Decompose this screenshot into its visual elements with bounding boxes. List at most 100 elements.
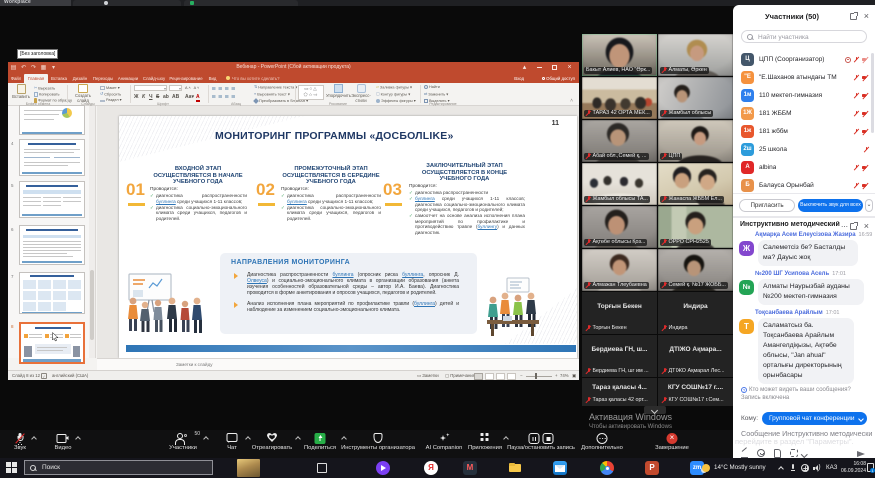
underline-button[interactable]: Ч (149, 94, 153, 100)
arrange-button[interactable]: Упорядочить (326, 84, 350, 99)
participant-row[interactable]: 1ж 181 жббм (733, 123, 875, 141)
strike-button[interactable]: S (156, 94, 159, 100)
file-explorer-icon[interactable] (508, 461, 522, 475)
view-sorter-button[interactable] (485, 373, 494, 380)
tab-review[interactable]: Рецензирование (168, 74, 204, 83)
video-tile-16[interactable]: ДТІЖО Ақмара... ДТІЖО Ақмарал Лес... (658, 335, 733, 377)
yandex-browser-icon[interactable]: Я (424, 461, 438, 475)
reset-button[interactable]: ↺Сбросить (100, 92, 121, 98)
tellme-box[interactable]: Что вы хотите сделать? (226, 74, 280, 83)
slide-canvas[interactable]: 11 МОНИТОРИНГ ПРОГРАММЫ «ДОСБОЛLIKE» 01 … (119, 116, 577, 358)
apps-caret-icon[interactable] (503, 436, 509, 442)
font-grow-shrink-buttons[interactable]: A˄ A˅ (185, 86, 200, 91)
share-caret-icon[interactable] (341, 436, 347, 442)
zoom-in-button[interactable]: + (555, 371, 558, 380)
ribbon-options-icon[interactable]: ▴ (517, 62, 532, 74)
mute-all-button[interactable]: Выключить звук для всех (798, 199, 863, 212)
video-tile-8[interactable]: Жанаспа ЖББМ Ел... (658, 163, 733, 205)
chat-caret-icon[interactable] (245, 436, 251, 442)
tray-language[interactable]: КАЗ (826, 458, 837, 478)
thumbnail-slide-8-selected[interactable] (19, 322, 85, 364)
video-tile-6[interactable]: ЦПП (658, 120, 733, 162)
view-normal-button[interactable] (474, 373, 483, 380)
text-direction-button[interactable]: ⇅Направление текста ▾ (254, 85, 297, 91)
align-buttons[interactable] (212, 95, 237, 98)
tab-insert[interactable]: Вставка (49, 74, 69, 83)
video-tile-12[interactable]: Семей қ. №17 ЖОББ... (658, 249, 733, 291)
participant-row[interactable]: 1Ж 181 ЖББМ (733, 105, 875, 123)
font-size-combo[interactable]: ▾ (169, 85, 182, 91)
participants-scrollbar[interactable] (871, 53, 874, 133)
browser-tab-workplace[interactable]: Workplace (0, 0, 71, 6)
react-caret-icon[interactable] (295, 436, 301, 442)
video-tile-11[interactable]: Алмажан Тлеубаевна (582, 249, 657, 291)
video-tile-9[interactable]: Ақтөбе облысы Қоз... (582, 206, 657, 248)
sign-in-link[interactable]: Вход (514, 74, 524, 83)
participant-search-input[interactable]: Найти участника (741, 30, 867, 43)
tab-transitions[interactable]: Переходы (91, 74, 115, 83)
invite-button[interactable]: Пригласить (739, 199, 795, 212)
chrome-icon[interactable] (600, 461, 614, 475)
task-view-icon[interactable] (317, 463, 327, 473)
shape-outline-button[interactable]: ▢Контур фигуры ▾ (376, 92, 410, 98)
participant-row[interactable]: A albina (733, 159, 875, 177)
bold-button[interactable]: Ж (134, 94, 139, 100)
powerpoint-app-icon[interactable]: P (645, 461, 659, 475)
participant-row[interactable]: Ц ЦПП (Соорганизатор) (733, 51, 875, 69)
char-spacing-button[interactable]: АВ (172, 94, 179, 100)
browser-tab-2[interactable] (73, 0, 181, 6)
popout-icon[interactable] (850, 13, 857, 20)
tab-design[interactable]: Дизайн (70, 74, 90, 83)
tab-slideshow[interactable]: Слайд-шоу (141, 74, 167, 83)
tab-home[interactable]: Главная (24, 74, 48, 83)
participant-row[interactable]: 1м 110 мектеп-гимназия (733, 87, 875, 105)
screenshot-icon[interactable] (790, 449, 798, 457)
taskbar-search-box[interactable]: Поиск (24, 460, 213, 475)
spellcheck-icon[interactable]: ✓ (41, 373, 47, 379)
video-caret-icon[interactable] (75, 436, 81, 442)
list-buttons[interactable] (212, 87, 237, 90)
share-button[interactable]: Общий доступ (542, 74, 575, 83)
collapse-ribbon-icon[interactable]: ˄ (570, 98, 573, 104)
close-button[interactable]: × (562, 62, 577, 74)
video-tile-17[interactable]: Тараз қаласы 4... Тараз қаласы 42 орт... (582, 378, 657, 406)
tray-expand-icon[interactable] (778, 466, 784, 472)
participant-row[interactable]: 2ш 25 школа (733, 141, 875, 159)
weather-text[interactable]: 14°C Mostly sunny (714, 458, 766, 478)
new-slide-button[interactable]: Создать слайд (70, 84, 96, 103)
italic-button[interactable]: К (142, 94, 145, 100)
mail-app-icon[interactable] (553, 461, 567, 475)
chat-more-icon[interactable]: ⋯ (841, 223, 849, 231)
comments-toggle[interactable]: ▢ Примечания (445, 371, 475, 380)
video-tile-1[interactable]: Бакыт Алиев, НАО "Өрк... (582, 34, 657, 76)
participant-row[interactable]: "Е "Е.Шаханов атындағы ТМ (РО)... (733, 69, 875, 87)
thumbnail-slide-5[interactable] (19, 181, 85, 218)
tab-animations[interactable]: Анимации (116, 74, 140, 83)
font-color-button[interactable]: А (196, 94, 200, 102)
thumbnail-slide-6[interactable] (19, 225, 85, 265)
chat-recipient-select[interactable]: Групповой чат конференции (762, 412, 867, 425)
thumbnail-slide-3[interactable] (19, 105, 85, 135)
notes-toggle[interactable]: ▭ Заметки (417, 371, 439, 380)
view-slideshow-button[interactable] (507, 373, 516, 380)
tray-clock[interactable]: 16:0806.09.2024 (841, 461, 866, 475)
quick-styles-button[interactable]: Экспресс-стили (350, 84, 372, 103)
thumbnail-slide-7[interactable] (19, 272, 85, 314)
participants-more-button[interactable]: ⌄ (865, 199, 873, 212)
alice-app-icon[interactable] (376, 461, 390, 475)
video-tile-14[interactable]: Индира Индира (658, 292, 733, 334)
align-text-button[interactable]: ≡Выровнять текст ▾ (254, 92, 290, 98)
notification-center-icon[interactable] (867, 463, 874, 472)
thumbnail-slide-4[interactable] (19, 139, 85, 176)
video-tile-18[interactable]: КГУ СОШ№17 г.... КГУ СОШ№17 г.Сем... (658, 378, 733, 406)
shape-effects-button[interactable]: Эффекты фигуры ▾ (376, 99, 416, 104)
notes-pane[interactable]: Заметки к слайду (97, 358, 579, 370)
maximize-button[interactable] (547, 62, 562, 74)
replace-button[interactable]: ⇄Заменить ▾ (424, 92, 448, 98)
start-button[interactable] (6, 462, 17, 473)
video-tile-3[interactable]: ТАРАЗ 42 ОРТА МЕК... (582, 77, 657, 119)
shapes-gallery[interactable]: ▭○△⬠☆⇨ (298, 85, 324, 100)
send-icon[interactable] (857, 451, 865, 457)
video-tile-13[interactable]: Торғын Бекен Торғын Бекен (582, 292, 657, 334)
paste-button[interactable]: Вставить (11, 84, 31, 100)
